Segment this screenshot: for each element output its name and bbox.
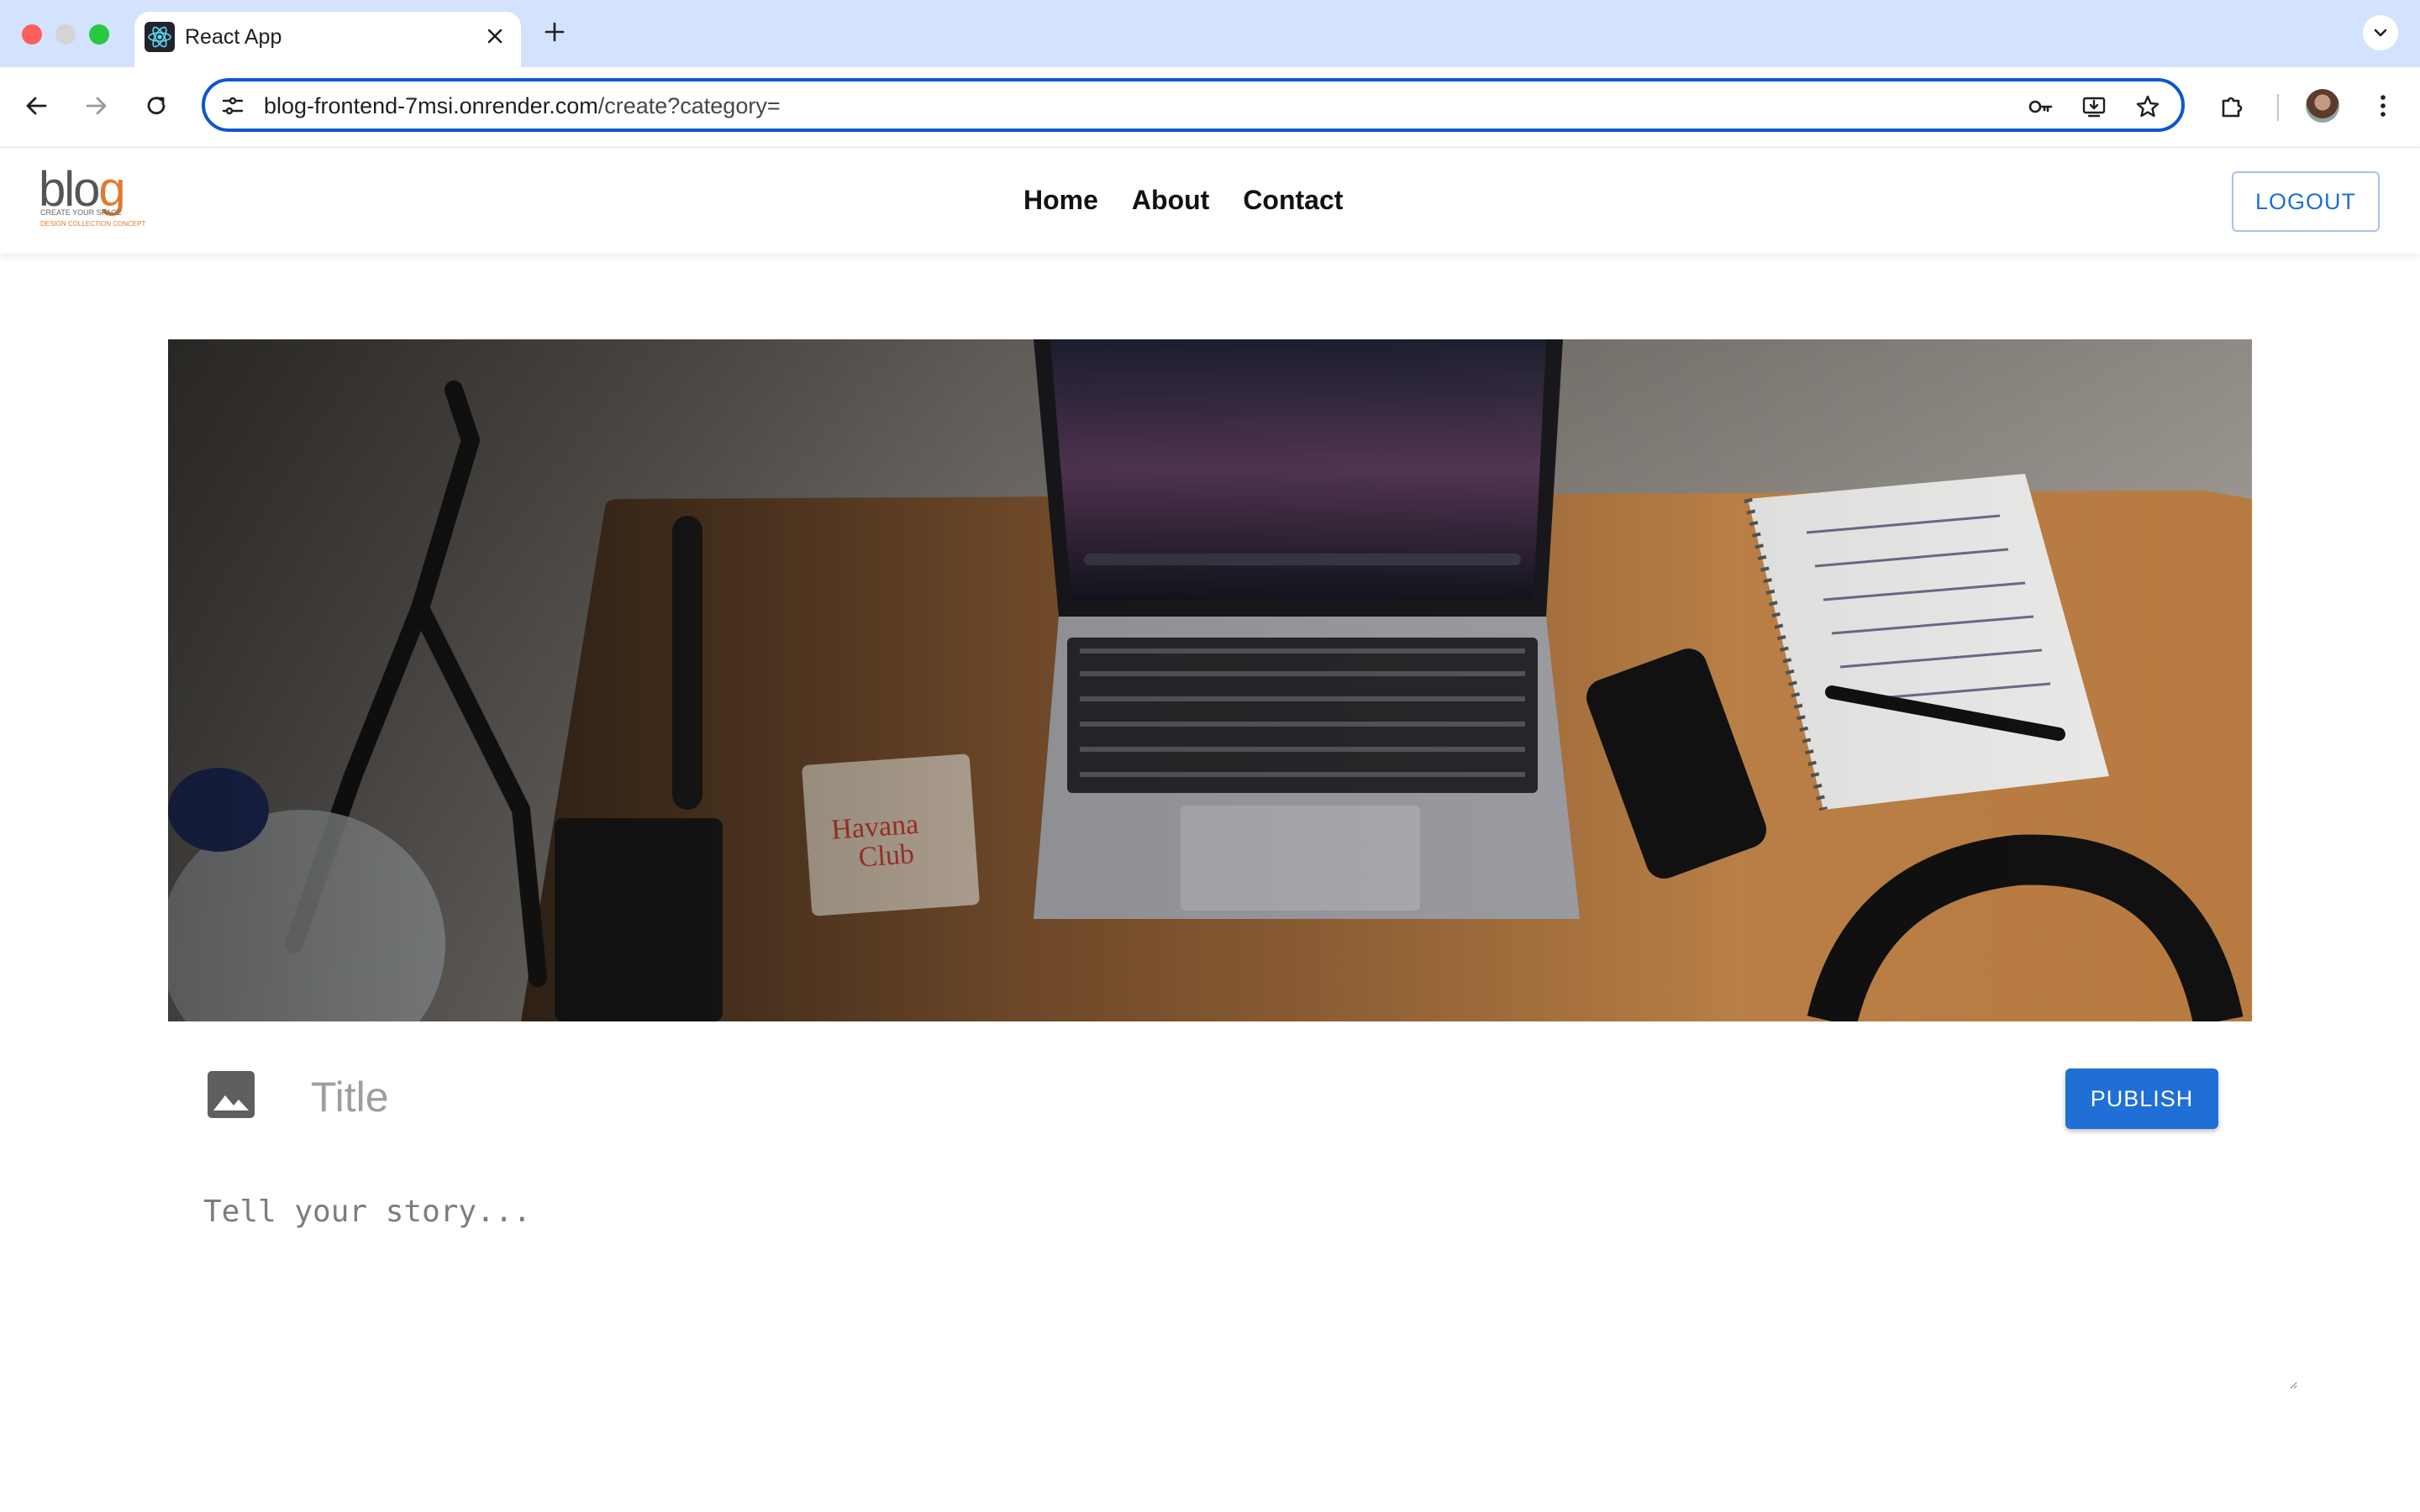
image-icon[interactable]	[205, 1068, 257, 1121]
banner-image: Havana Club	[168, 339, 2252, 1021]
install-icon[interactable]	[2081, 93, 2107, 120]
address-bar[interactable]: blog-frontend-7msi.onrender.com/create?c…	[202, 78, 2185, 132]
url-host: blog-frontend-7msi.onrender.com	[264, 93, 598, 118]
logo-tagline: CREATE YOUR SPACE	[40, 208, 122, 217]
logout-button[interactable]: LOGOUT	[2232, 171, 2380, 232]
maximize-window-button[interactable]	[89, 24, 109, 45]
react-favicon-icon	[145, 22, 175, 52]
star-icon[interactable]	[2134, 93, 2161, 120]
tab-title: React App	[185, 25, 282, 49]
close-window-button[interactable]	[22, 24, 42, 45]
logo-subtagline: DESIGN COLLECTION CONCEPT	[40, 220, 146, 228]
url-text[interactable]: blog-frontend-7msi.onrender.com/create?c…	[264, 93, 781, 119]
story-textarea[interactable]	[202, 1193, 2297, 1389]
tab-strip: React App	[0, 0, 2420, 67]
extensions-icon[interactable]	[2217, 91, 2247, 121]
nav-home-link[interactable]: Home	[1023, 185, 1098, 216]
url-path: /create?category=	[597, 93, 781, 118]
desk-photo: Havana Club	[168, 339, 2252, 1021]
key-icon[interactable]	[2027, 93, 2054, 120]
app-header: blog CREATE YOUR SPACE DESIGN COLLECTION…	[0, 148, 2420, 254]
reload-icon[interactable]	[141, 91, 171, 121]
plus-icon[interactable]	[541, 18, 568, 45]
main-nav: Home About Contact	[1023, 185, 1343, 216]
forward-icon[interactable]	[81, 91, 111, 121]
chevron-down-icon	[2374, 29, 2387, 37]
more-vert-icon[interactable]	[2368, 91, 2398, 121]
back-icon[interactable]	[22, 91, 52, 121]
tune-icon[interactable]	[220, 93, 245, 118]
title-input[interactable]	[309, 1067, 1825, 1127]
minimize-window-button[interactable]	[55, 24, 76, 45]
nav-about-link[interactable]: About	[1132, 185, 1209, 216]
toolbar-separator	[2277, 94, 2279, 121]
close-icon[interactable]	[484, 25, 506, 47]
profile-avatar[interactable]	[2306, 89, 2339, 123]
publish-button[interactable]: PUBLISH	[2065, 1068, 2218, 1129]
blog-logo[interactable]: blog CREATE YOUR SPACE DESIGN COLLECTION…	[39, 162, 148, 235]
nav-contact-link[interactable]: Contact	[1243, 185, 1343, 216]
browser-toolbar: blog-frontend-7msi.onrender.com/create?c…	[0, 67, 2420, 148]
tab-search-button[interactable]	[2363, 15, 2398, 50]
browser-tab-active[interactable]: React App	[134, 12, 521, 67]
